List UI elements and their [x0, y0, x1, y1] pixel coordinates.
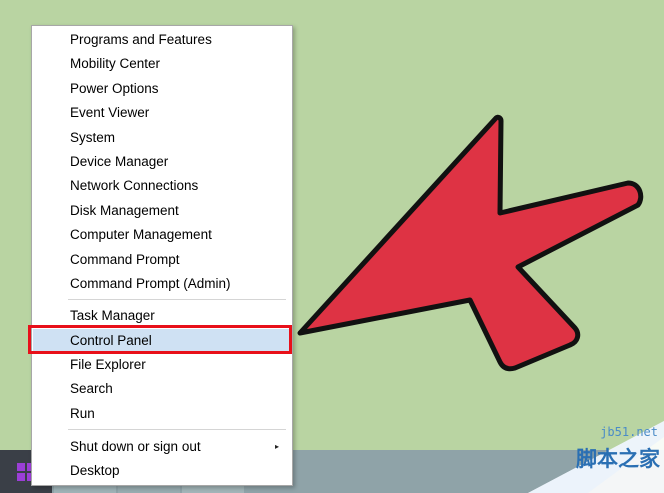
menu-item-label: Shut down or sign out	[70, 439, 201, 454]
menu-item-computer-management[interactable]: Computer Management	[33, 223, 291, 246]
menu-item-label: Desktop	[70, 463, 120, 478]
menu-item-command-prompt-admin[interactable]: Command Prompt (Admin)	[33, 272, 291, 295]
menu-item-label: Command Prompt	[70, 252, 180, 267]
menu-item-system[interactable]: System	[33, 126, 291, 149]
submenu-arrow-icon: ▸	[274, 442, 279, 451]
menu-item-desktop[interactable]: Desktop	[33, 459, 291, 482]
menu-item-label: Run	[70, 406, 95, 421]
menu-item-label: Search	[70, 381, 113, 396]
menu-item-run[interactable]: Run	[33, 402, 291, 425]
menu-item-power-options[interactable]: Power Options	[33, 77, 291, 100]
menu-item-label: File Explorer	[70, 357, 146, 372]
watermark: jb51.net 脚本之家	[528, 421, 664, 493]
watermark-brand: 脚本之家	[576, 447, 660, 471]
menu-item-label: Computer Management	[70, 227, 212, 242]
menu-item-label: Disk Management	[70, 203, 179, 218]
menu-item-label: Power Options	[70, 81, 159, 96]
menu-item-device-manager[interactable]: Device Manager	[33, 150, 291, 173]
menu-item-label: Network Connections	[70, 178, 199, 193]
menu-item-disk-management[interactable]: Disk Management	[33, 199, 291, 222]
menu-item-label: Device Manager	[70, 154, 169, 169]
menu-item-label: Command Prompt (Admin)	[70, 276, 231, 291]
control-panel-highlight-box	[28, 325, 292, 354]
watermark-site: jb51.net	[600, 425, 658, 439]
menu-item-task-manager[interactable]: Task Manager	[33, 304, 291, 327]
menu-item-label: System	[70, 130, 116, 145]
menu-separator	[68, 299, 286, 300]
quick-link-context-menu: Programs and Features Mobility Center Po…	[31, 25, 293, 486]
menu-item-command-prompt[interactable]: Command Prompt	[33, 248, 291, 271]
menu-item-file-explorer[interactable]: File Explorer	[33, 353, 291, 376]
menu-item-programs-and-features[interactable]: Programs and Features	[33, 28, 291, 51]
menu-item-event-viewer[interactable]: Event Viewer	[33, 101, 291, 124]
menu-item-shut-down-or-sign-out[interactable]: Shut down or sign out ▸	[33, 435, 291, 458]
menu-separator	[68, 429, 286, 430]
menu-item-network-connections[interactable]: Network Connections	[33, 174, 291, 197]
menu-item-label: Programs and Features	[70, 32, 212, 47]
menu-item-mobility-center[interactable]: Mobility Center	[33, 52, 291, 75]
menu-item-label: Event Viewer	[70, 105, 150, 120]
menu-item-label: Mobility Center	[70, 56, 161, 71]
menu-item-search[interactable]: Search	[33, 377, 291, 400]
menu-item-label: Task Manager	[70, 308, 155, 323]
